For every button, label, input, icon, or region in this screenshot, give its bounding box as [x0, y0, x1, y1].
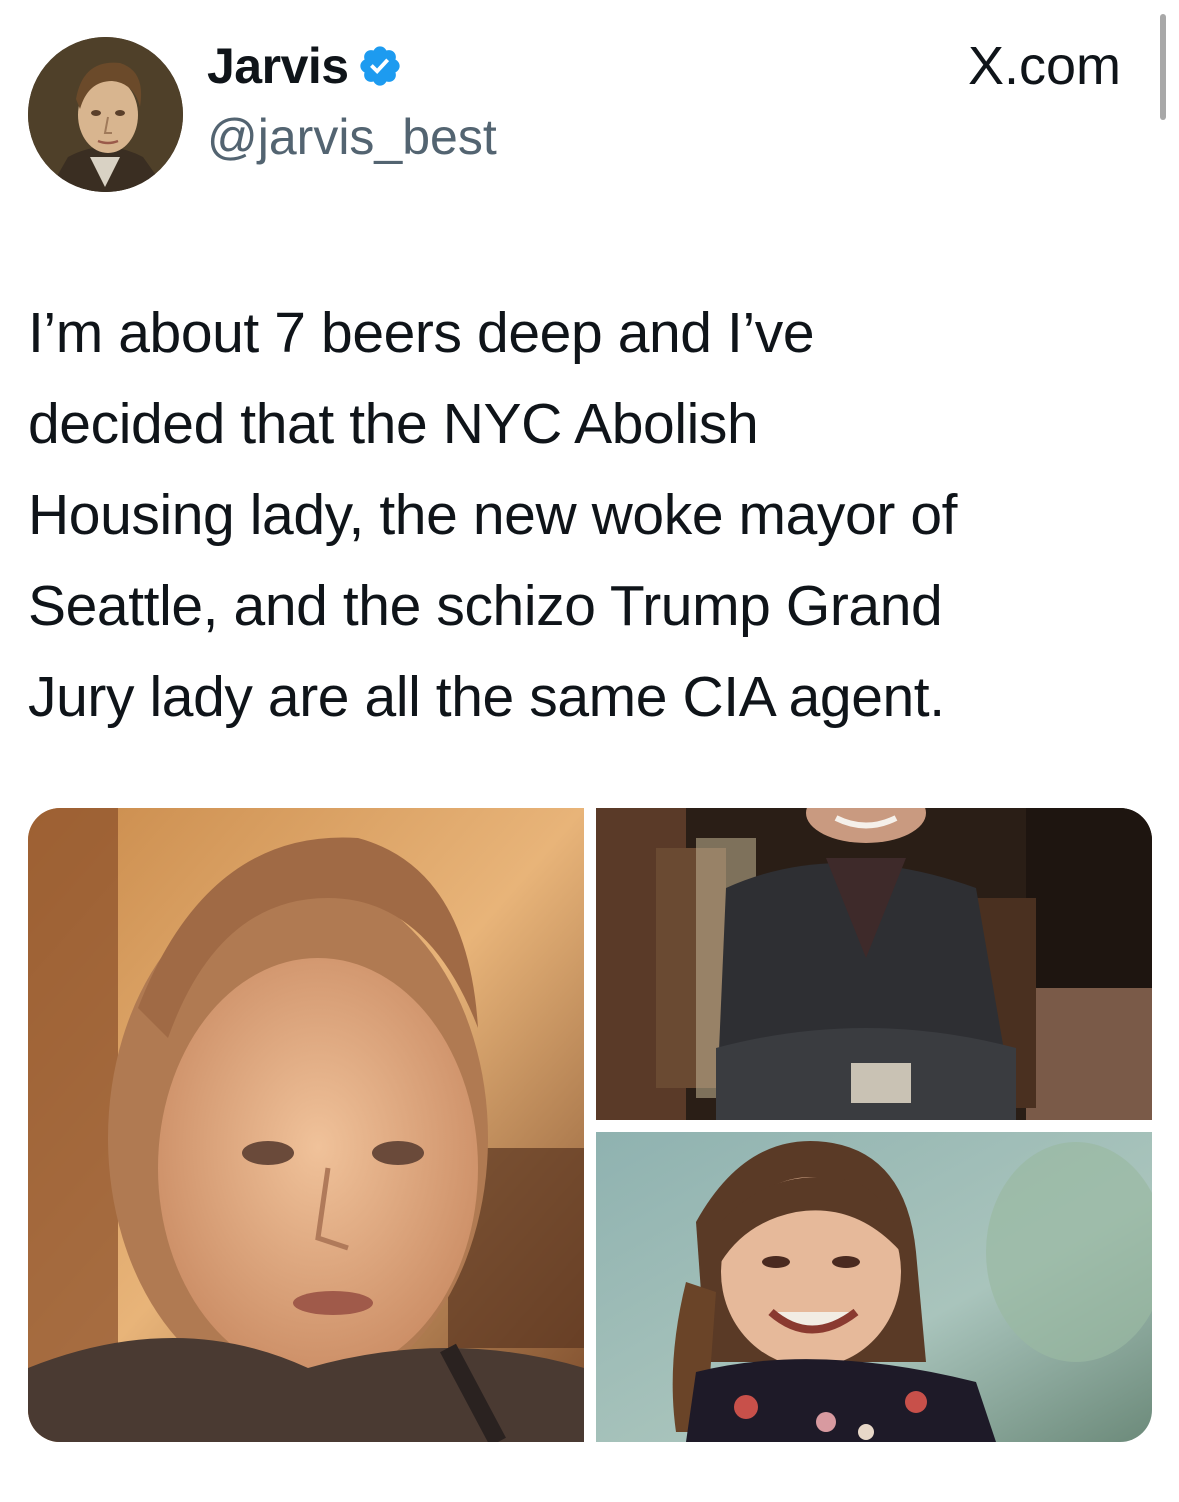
author-avatar[interactable]: [28, 37, 183, 192]
woman-smiling-photo-icon: [596, 1132, 1152, 1442]
author-display-name[interactable]: Jarvis: [207, 41, 349, 91]
scrollbar[interactable]: [1160, 14, 1166, 120]
media-grid[interactable]: [28, 808, 1152, 1442]
media-image-3[interactable]: [596, 1132, 1152, 1442]
author-display-name-row[interactable]: Jarvis: [207, 36, 403, 96]
verified-badge-icon: [359, 46, 400, 86]
author-handle[interactable]: @jarvis_best: [207, 112, 497, 162]
media-image-2[interactable]: [596, 808, 1152, 1120]
woman-selfie-photo-icon: [28, 808, 584, 1442]
media-image-1[interactable]: [28, 808, 584, 1442]
person-seated-in-chair-photo-icon: [596, 808, 1152, 1120]
tweet-text: I’m about 7 beers deep and I’ve decided …: [28, 301, 958, 729]
brand-label: X.com: [967, 36, 1121, 96]
portrait-painting-avatar-icon: [28, 37, 183, 192]
